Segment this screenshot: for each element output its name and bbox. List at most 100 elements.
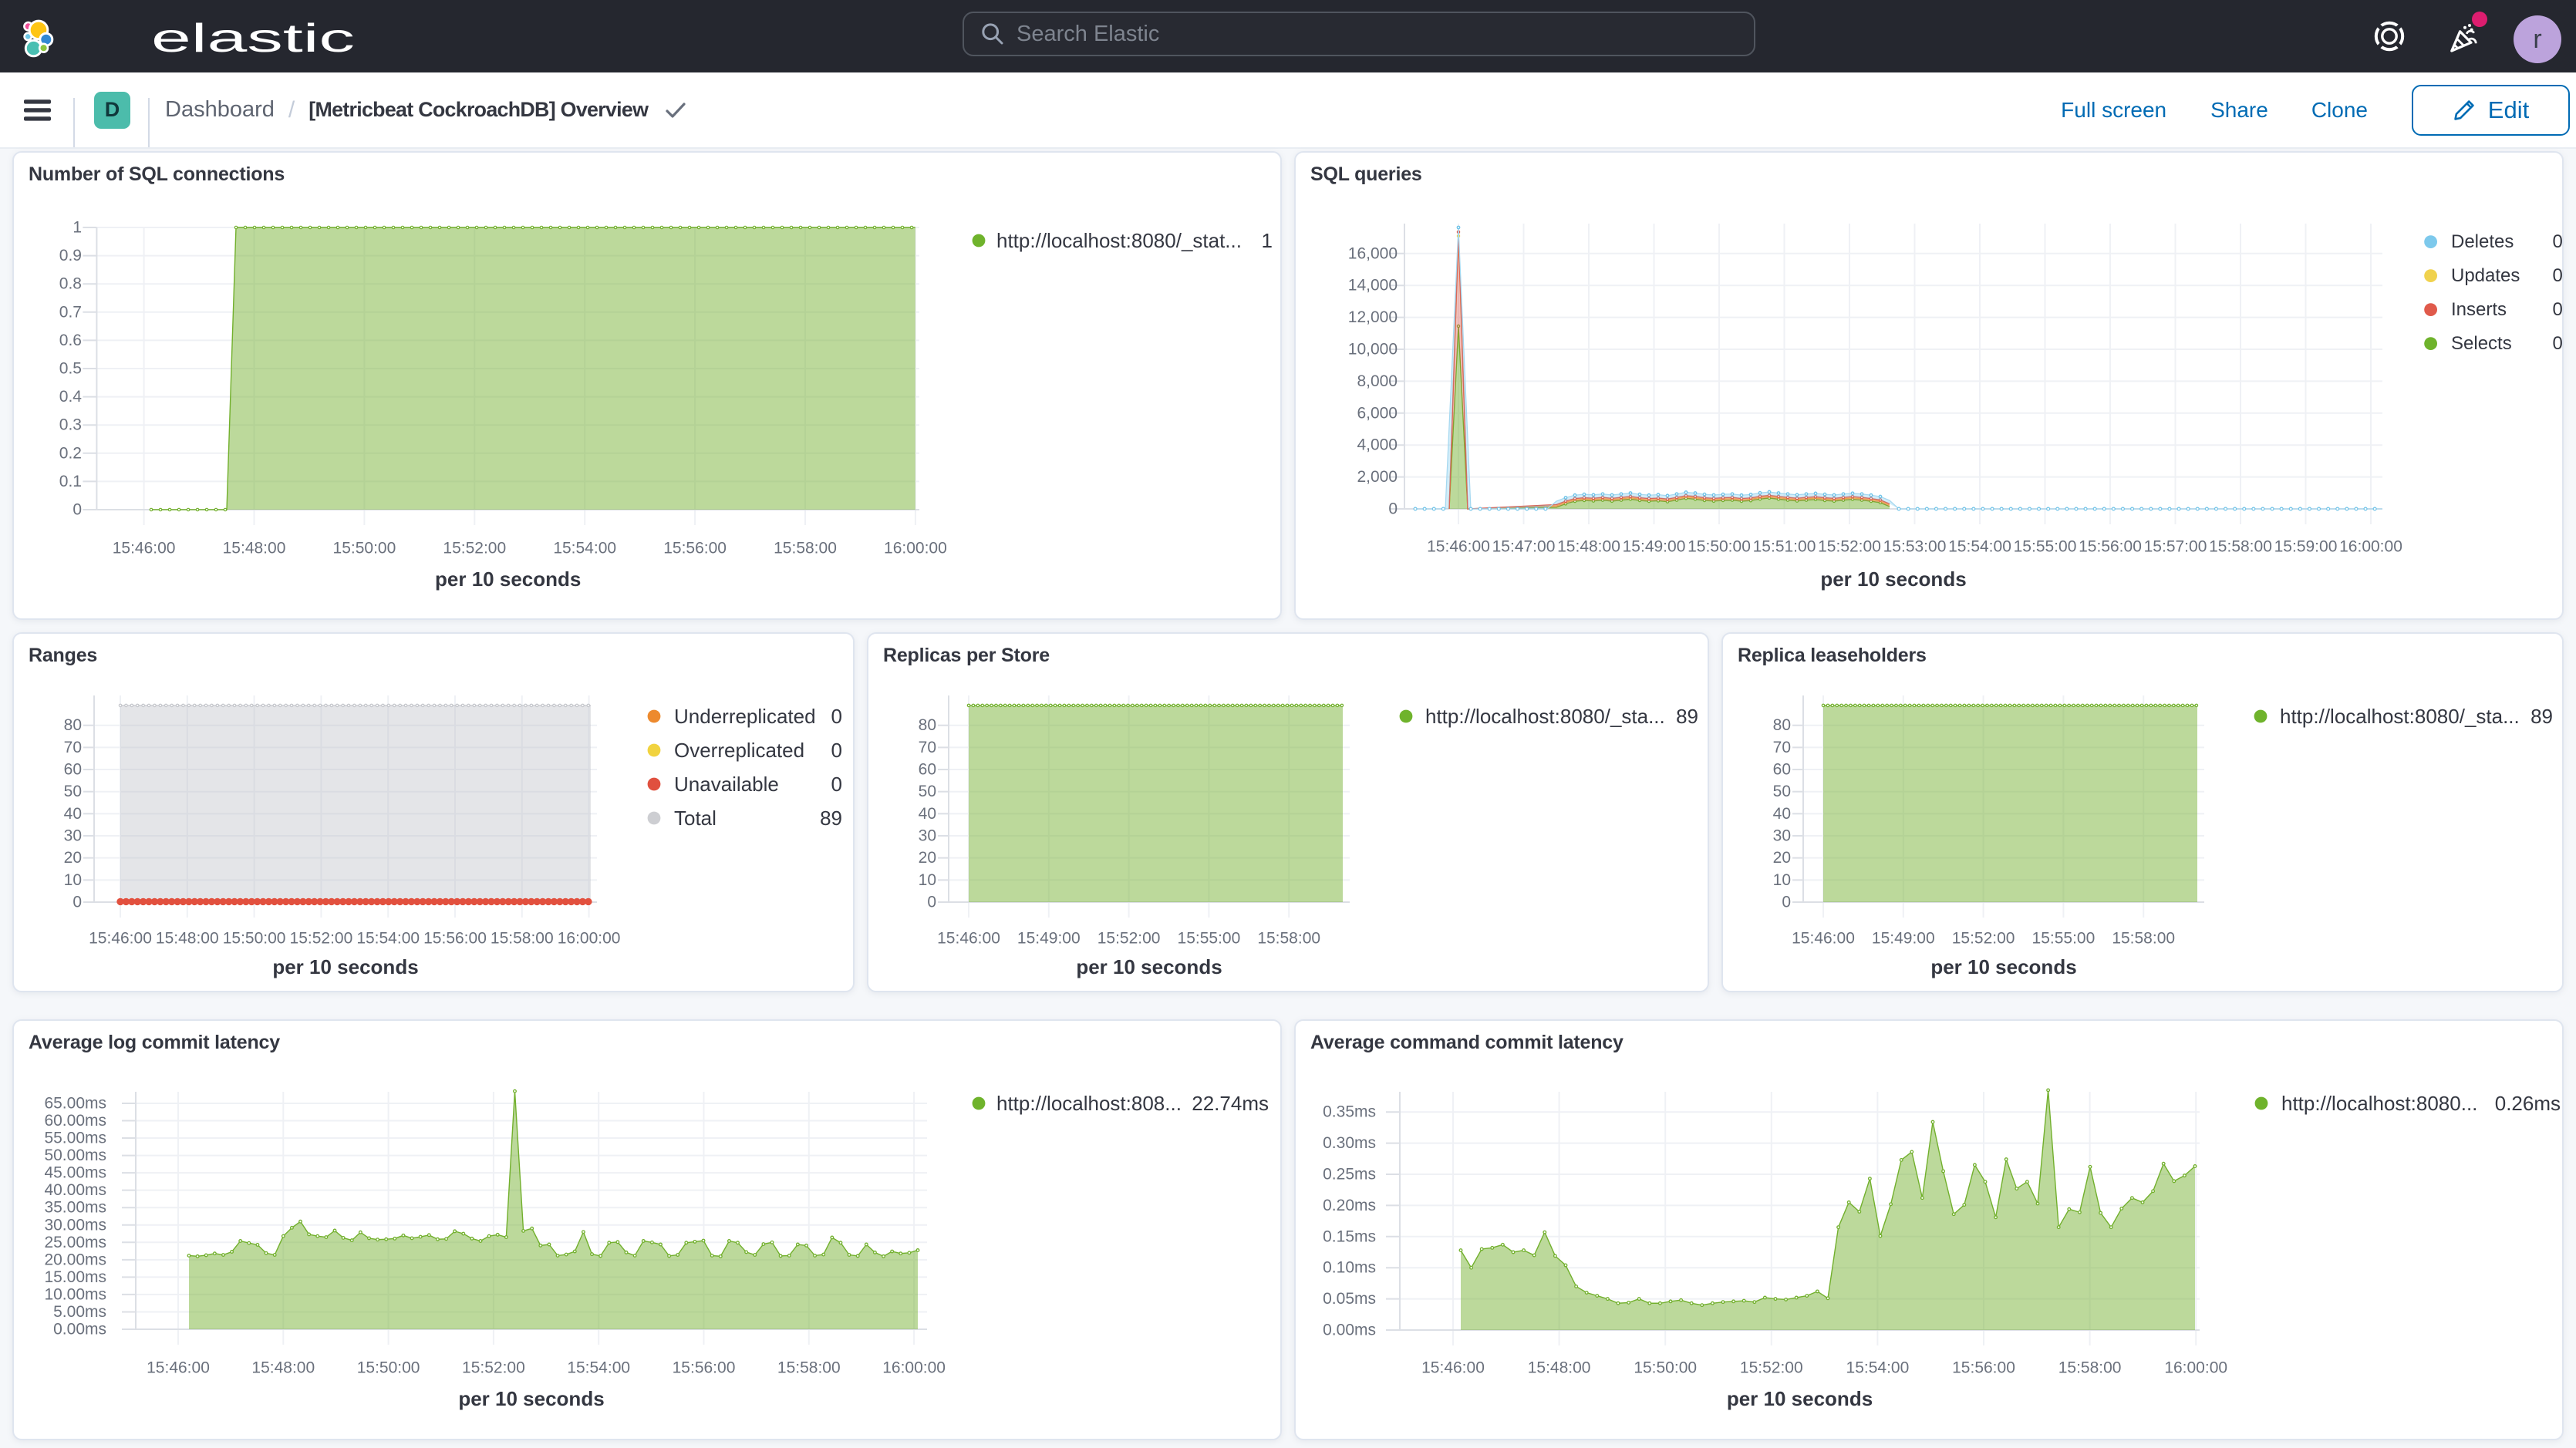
svg-text:16:00:00: 16:00:00 xyxy=(884,540,947,557)
svg-text:0.30ms: 0.30ms xyxy=(1323,1134,1376,1152)
svg-text:20: 20 xyxy=(64,849,82,867)
svg-text:0: 0 xyxy=(1388,500,1398,518)
svg-text:0.00ms: 0.00ms xyxy=(1323,1322,1376,1339)
svg-text:10: 10 xyxy=(1773,871,1791,889)
svg-text:0.00ms: 0.00ms xyxy=(53,1321,106,1339)
svg-text:0: 0 xyxy=(831,773,842,796)
svg-text:60: 60 xyxy=(64,761,82,779)
svg-text:15:50:00: 15:50:00 xyxy=(1634,1359,1697,1377)
svg-text:15:54:00: 15:54:00 xyxy=(1948,538,2011,556)
svg-text:16:00:00: 16:00:00 xyxy=(558,930,621,948)
svg-text:0.2: 0.2 xyxy=(59,444,82,462)
svg-text:16,000: 16,000 xyxy=(1348,244,1398,262)
svg-text:4,000: 4,000 xyxy=(1357,436,1398,454)
svg-text:20.00ms: 20.00ms xyxy=(44,1251,106,1268)
svg-text:http://localhost:8080/_sta...: http://localhost:8080/_sta... xyxy=(1425,705,1665,728)
svg-text:15:58:00: 15:58:00 xyxy=(2112,930,2175,948)
svg-text:15:48:00: 15:48:00 xyxy=(251,1359,315,1377)
svg-text:15:46:00: 15:46:00 xyxy=(1792,930,1855,948)
svg-text:http://localhost:8080...: http://localhost:8080... xyxy=(2281,1092,2477,1115)
svg-text:10: 10 xyxy=(64,871,82,889)
svg-text:15:58:00: 15:58:00 xyxy=(2209,538,2272,556)
svg-text:30: 30 xyxy=(64,827,82,845)
svg-text:35.00ms: 35.00ms xyxy=(44,1199,106,1217)
svg-text:2,000: 2,000 xyxy=(1357,468,1398,486)
svg-text:15:54:00: 15:54:00 xyxy=(567,1359,630,1377)
svg-text:15:46:00: 15:46:00 xyxy=(89,930,152,948)
svg-text:10,000: 10,000 xyxy=(1348,341,1398,359)
svg-text:50.00ms: 50.00ms xyxy=(44,1147,106,1164)
svg-text:15:54:00: 15:54:00 xyxy=(356,930,420,948)
svg-text:0.25ms: 0.25ms xyxy=(1323,1166,1376,1184)
svg-text:Selects: Selects xyxy=(2451,333,2512,354)
svg-text:0.26ms: 0.26ms xyxy=(2495,1092,2561,1115)
svg-text:30.00ms: 30.00ms xyxy=(44,1216,106,1234)
svg-text:15:57:00: 15:57:00 xyxy=(2144,538,2207,556)
svg-text:15:46:00: 15:46:00 xyxy=(113,540,176,557)
svg-text:89: 89 xyxy=(1676,705,1698,728)
svg-text:15:56:00: 15:56:00 xyxy=(673,1359,736,1377)
svg-text:15:48:00: 15:48:00 xyxy=(1557,538,1620,556)
svg-text:Updates: Updates xyxy=(2451,265,2520,286)
svg-text:60.00ms: 60.00ms xyxy=(44,1112,106,1130)
svg-text:15:50:00: 15:50:00 xyxy=(333,540,396,557)
svg-text:per 10 seconds: per 10 seconds xyxy=(1727,1387,1873,1410)
svg-text:15:50:00: 15:50:00 xyxy=(223,930,286,948)
svg-text:89: 89 xyxy=(820,807,842,830)
svg-text:0: 0 xyxy=(831,739,842,762)
svg-text:0.8: 0.8 xyxy=(59,275,82,293)
svg-text:12,000: 12,000 xyxy=(1348,308,1398,326)
svg-text:45.00ms: 45.00ms xyxy=(44,1164,106,1182)
svg-text:89: 89 xyxy=(2530,705,2553,728)
svg-text:80: 80 xyxy=(64,716,82,734)
svg-text:http://localhost:8080/_stat...: http://localhost:8080/_stat... xyxy=(996,229,1242,252)
svg-text:15:55:00: 15:55:00 xyxy=(1178,930,1241,948)
svg-text:16:00:00: 16:00:00 xyxy=(2339,538,2402,556)
svg-text:70: 70 xyxy=(1773,739,1791,756)
svg-text:16:00:00: 16:00:00 xyxy=(2164,1359,2227,1377)
svg-text:Inserts: Inserts xyxy=(2451,299,2507,320)
svg-text:Total: Total xyxy=(674,807,716,830)
svg-text:15:50:00: 15:50:00 xyxy=(357,1359,420,1377)
svg-text:15:54:00: 15:54:00 xyxy=(1846,1359,1910,1377)
svg-text:30: 30 xyxy=(919,827,936,845)
svg-text:1: 1 xyxy=(72,219,82,237)
svg-text:15:56:00: 15:56:00 xyxy=(1952,1359,2015,1377)
svg-text:15:56:00: 15:56:00 xyxy=(2079,538,2142,556)
svg-text:0: 0 xyxy=(2552,265,2562,286)
svg-text:15:50:00: 15:50:00 xyxy=(1688,538,1751,556)
svg-text:15:46:00: 15:46:00 xyxy=(1421,1359,1485,1377)
svg-text:1: 1 xyxy=(1262,229,1273,252)
svg-text:60: 60 xyxy=(1773,761,1791,779)
svg-text:80: 80 xyxy=(919,716,936,734)
svg-text:40: 40 xyxy=(64,805,82,823)
svg-text:22.74ms: 22.74ms xyxy=(1192,1092,1269,1115)
svg-text:15:52:00: 15:52:00 xyxy=(1952,930,2015,948)
svg-text:0: 0 xyxy=(1782,894,1791,911)
svg-text:0: 0 xyxy=(72,894,82,911)
svg-text:15:52:00: 15:52:00 xyxy=(1740,1359,1803,1377)
svg-text:http://localhost:8080/_sta...: http://localhost:8080/_sta... xyxy=(2280,705,2520,728)
svg-text:0.5: 0.5 xyxy=(59,360,82,378)
svg-text:15:58:00: 15:58:00 xyxy=(491,930,554,948)
svg-text:15:58:00: 15:58:00 xyxy=(777,1359,841,1377)
svg-text:65.00ms: 65.00ms xyxy=(44,1094,106,1112)
svg-text:6,000: 6,000 xyxy=(1357,404,1398,422)
svg-text:0.9: 0.9 xyxy=(59,247,82,264)
svg-text:Deletes: Deletes xyxy=(2451,231,2514,252)
svg-text:20: 20 xyxy=(919,849,936,867)
svg-text:0: 0 xyxy=(831,705,842,728)
svg-text:15:47:00: 15:47:00 xyxy=(1492,538,1556,556)
svg-text:15:58:00: 15:58:00 xyxy=(2058,1359,2122,1377)
svg-text:40: 40 xyxy=(919,805,936,823)
svg-text:40.00ms: 40.00ms xyxy=(44,1181,106,1199)
svg-text:15:52:00: 15:52:00 xyxy=(1097,930,1161,948)
svg-text:5.00ms: 5.00ms xyxy=(53,1303,106,1321)
svg-text:60: 60 xyxy=(919,761,936,779)
svg-text:15:48:00: 15:48:00 xyxy=(156,930,219,948)
svg-text:15:56:00: 15:56:00 xyxy=(423,930,487,948)
svg-text:0: 0 xyxy=(72,501,82,519)
svg-text:15:58:00: 15:58:00 xyxy=(774,540,837,557)
svg-text:15:53:00: 15:53:00 xyxy=(1883,538,1947,556)
svg-text:per 10 seconds: per 10 seconds xyxy=(1930,955,2076,978)
